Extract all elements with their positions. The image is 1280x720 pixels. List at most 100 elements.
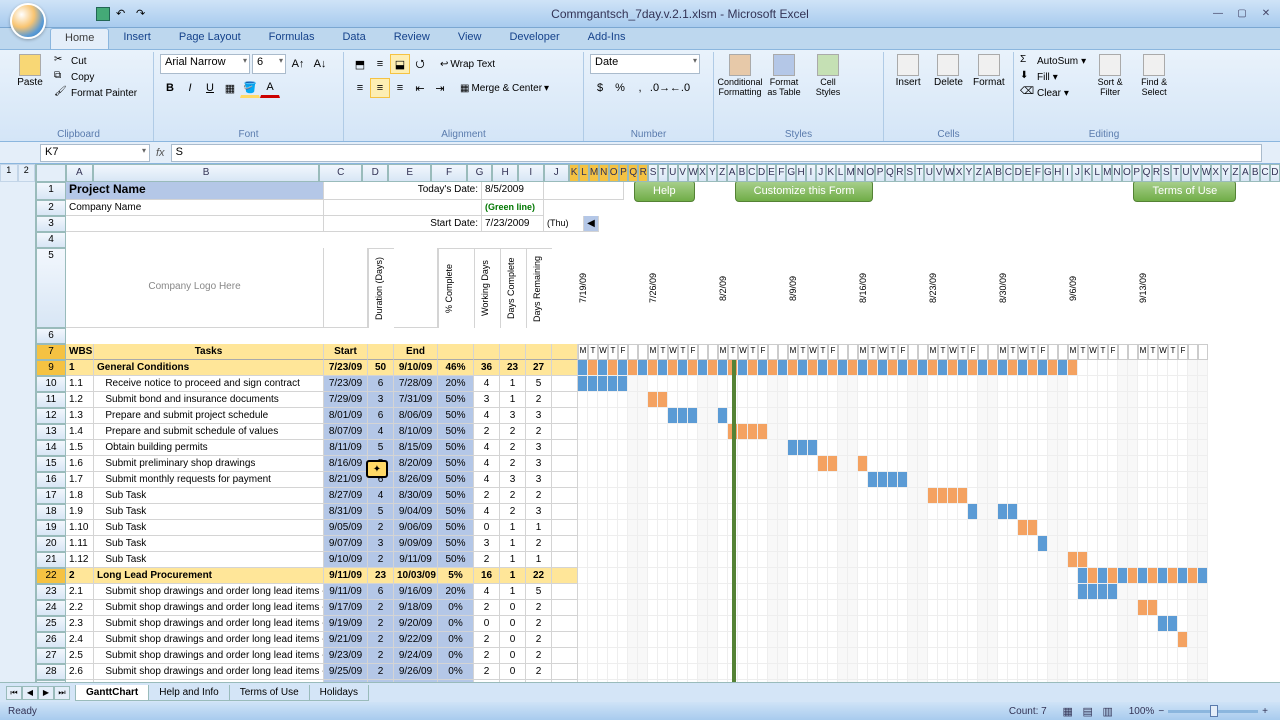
- dc-cell[interactable]: 1: [500, 584, 526, 600]
- italic-button[interactable]: I: [180, 78, 200, 98]
- dc-cell[interactable]: 0: [500, 600, 526, 616]
- row-header[interactable]: 28: [36, 664, 66, 680]
- end-cell[interactable]: 8/10/09: [394, 424, 438, 440]
- clear-button[interactable]: ⌫Clear ▾: [1020, 86, 1086, 100]
- end-cell[interactable]: 9/06/09: [394, 520, 438, 536]
- col-header[interactable]: V: [1191, 164, 1201, 182]
- percent-button[interactable]: %: [610, 78, 630, 98]
- task-cell[interactable]: Submit preliminary shop drawings: [94, 456, 324, 472]
- start-cell[interactable]: 9/07/09: [324, 536, 368, 552]
- start-cell[interactable]: 9/25/09: [324, 664, 368, 680]
- grid-row[interactable]: Project NameToday's Date:8/5/2009HelpCus…: [66, 182, 1280, 200]
- col-header[interactable]: F: [431, 164, 466, 182]
- wd-cell[interactable]: 4: [474, 376, 500, 392]
- row-header[interactable]: 17: [36, 488, 66, 504]
- paste-button[interactable]: Paste: [10, 54, 50, 88]
- col-header[interactable]: U: [668, 164, 678, 182]
- col-header[interactable]: D: [757, 164, 767, 182]
- task-row[interactable]: 1.6 Submit preliminary shop drawings8/16…: [66, 456, 1280, 472]
- col-header[interactable]: R: [1152, 164, 1162, 182]
- task-row[interactable]: 2.6 Submit shop drawings and order long …: [66, 664, 1280, 680]
- end-cell[interactable]: 7/28/09: [394, 376, 438, 392]
- duration-cell[interactable]: 6: [368, 584, 394, 600]
- wd-cell[interactable]: 2: [474, 424, 500, 440]
- sheet-tab[interactable]: Holidays: [309, 685, 369, 701]
- col-header[interactable]: Y: [1221, 164, 1231, 182]
- view-normal-button[interactable]: ▦: [1059, 704, 1077, 718]
- scroll-left-button[interactable]: ◀: [584, 216, 599, 232]
- task-cell[interactable]: Obtain building permits: [94, 440, 324, 456]
- wd-cell[interactable]: 4: [474, 584, 500, 600]
- pct-cell[interactable]: 20%: [438, 376, 474, 392]
- wbs-cell[interactable]: 1: [66, 360, 94, 376]
- col-header[interactable]: A: [66, 164, 94, 182]
- col-header[interactable]: I: [1063, 164, 1073, 182]
- dc-cell[interactable]: 2: [500, 440, 526, 456]
- duration-cell[interactable]: 6: [368, 408, 394, 424]
- col-header[interactable]: N: [1112, 164, 1122, 182]
- delete-cells-button[interactable]: Delete: [930, 54, 966, 88]
- col-header[interactable]: P: [875, 164, 885, 182]
- col-header[interactable]: L: [579, 164, 589, 182]
- duration-cell[interactable]: 2: [368, 664, 394, 680]
- grid-row[interactable]: [66, 328, 1280, 344]
- dc-cell[interactable]: 0: [500, 648, 526, 664]
- col-header[interactable]: V: [934, 164, 944, 182]
- col-header[interactable]: Y: [707, 164, 717, 182]
- dr-cell[interactable]: 3: [526, 440, 552, 456]
- row-header[interactable]: 3: [36, 216, 66, 232]
- dc-cell[interactable]: 0: [500, 632, 526, 648]
- ribbon-tab-data[interactable]: Data: [328, 28, 379, 49]
- task-row[interactable]: 2.1 Submit shop drawings and order long …: [66, 584, 1280, 600]
- col-header[interactable]: G: [467, 164, 493, 182]
- wbs-cell[interactable]: 1.10: [66, 520, 94, 536]
- dc-cell[interactable]: 0: [500, 616, 526, 632]
- dr-cell[interactable]: 2: [526, 488, 552, 504]
- pct-cell[interactable]: 0%: [438, 600, 474, 616]
- dr-cell[interactable]: 2: [526, 664, 552, 680]
- task-cell[interactable]: Submit shop drawings and order long lead…: [94, 664, 324, 680]
- dr-cell[interactable]: 5: [526, 584, 552, 600]
- row-header[interactable]: 19: [36, 520, 66, 536]
- duration-cell[interactable]: 5: [368, 504, 394, 520]
- conditional-formatting-button[interactable]: Conditional Formatting: [720, 54, 760, 97]
- col-header[interactable]: C: [1260, 164, 1270, 182]
- wbs-cell[interactable]: 1.1: [66, 376, 94, 392]
- col-header[interactable]: U: [1181, 164, 1191, 182]
- end-cell[interactable]: 9/11/09: [394, 552, 438, 568]
- column-header-row[interactable]: WBSTasksStartEndMTWTFMTWTFMTWTFMTWTFMTWT…: [66, 344, 1280, 360]
- dc-cell[interactable]: 1: [500, 536, 526, 552]
- company-name-cell[interactable]: Company Name: [66, 200, 324, 216]
- start-cell[interactable]: 8/01/09: [324, 408, 368, 424]
- shrink-font-button[interactable]: A↓: [310, 54, 330, 74]
- sheet-tab[interactable]: Terms of Use: [229, 685, 310, 701]
- wd-cell[interactable]: 2: [474, 648, 500, 664]
- row-header[interactable]: 25: [36, 616, 66, 632]
- ribbon-tab-add-ins[interactable]: Add-Ins: [574, 28, 640, 49]
- start-cell[interactable]: 9/11/09: [324, 584, 368, 600]
- align-left-button[interactable]: ≡: [350, 78, 370, 98]
- wbs-cell[interactable]: 2.6: [66, 664, 94, 680]
- ribbon-tab-view[interactable]: View: [444, 28, 496, 49]
- comma-button[interactable]: ,: [630, 78, 650, 98]
- col-header[interactable]: B: [93, 164, 319, 182]
- task-cell[interactable]: Sub Task: [94, 536, 324, 552]
- row-header[interactable]: 23: [36, 584, 66, 600]
- dc-cell[interactable]: 2: [500, 456, 526, 472]
- col-header[interactable]: H: [1053, 164, 1063, 182]
- col-header[interactable]: K: [826, 164, 836, 182]
- ribbon-tab-home[interactable]: Home: [50, 28, 109, 49]
- zoom-level[interactable]: 100%: [1129, 706, 1155, 717]
- ribbon-tab-page-layout[interactable]: Page Layout: [165, 28, 255, 49]
- col-header[interactable]: N: [599, 164, 609, 182]
- task-row[interactable]: 2.2 Submit shop drawings and order long …: [66, 600, 1280, 616]
- col-header[interactable]: O: [865, 164, 875, 182]
- end-cell[interactable]: 9/22/09: [394, 632, 438, 648]
- wbs-cell[interactable]: 2.5: [66, 648, 94, 664]
- start-cell[interactable]: 9/17/09: [324, 600, 368, 616]
- col-header[interactable]: O: [1122, 164, 1132, 182]
- col-header[interactable]: D: [362, 164, 388, 182]
- col-header[interactable]: W: [944, 164, 954, 182]
- task-row[interactable]: 1General Conditions7/23/09509/10/0946%36…: [66, 360, 1280, 376]
- wd-cell[interactable]: 0: [474, 520, 500, 536]
